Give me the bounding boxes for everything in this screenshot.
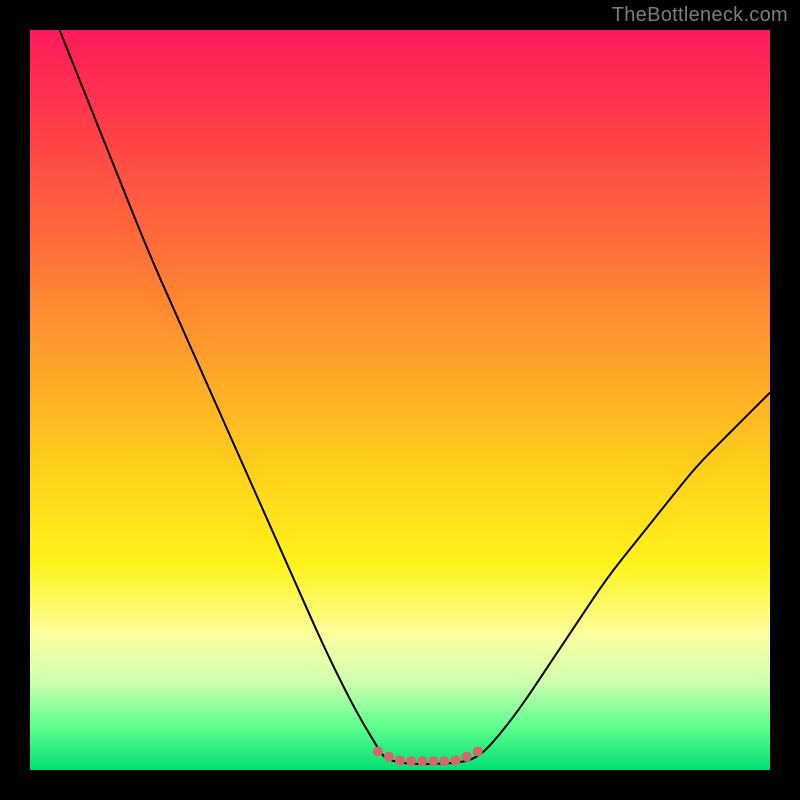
- valley-marker: [373, 747, 383, 757]
- valley-marker: [395, 755, 405, 765]
- valley-marker: [451, 755, 461, 765]
- watermark-text: TheBottleneck.com: [612, 4, 788, 27]
- valley-marker: [406, 756, 416, 766]
- plot-area: [30, 30, 770, 770]
- valley-marker: [384, 752, 394, 762]
- chart-svg: [30, 30, 770, 770]
- valley-marker: [462, 752, 472, 762]
- valley-marker: [473, 747, 483, 757]
- chart-frame: TheBottleneck.com: [0, 0, 800, 800]
- valley-marker: [417, 756, 427, 766]
- bottleneck-curve: [60, 30, 770, 764]
- valley-marker: [428, 756, 438, 766]
- valley-marker: [439, 756, 449, 766]
